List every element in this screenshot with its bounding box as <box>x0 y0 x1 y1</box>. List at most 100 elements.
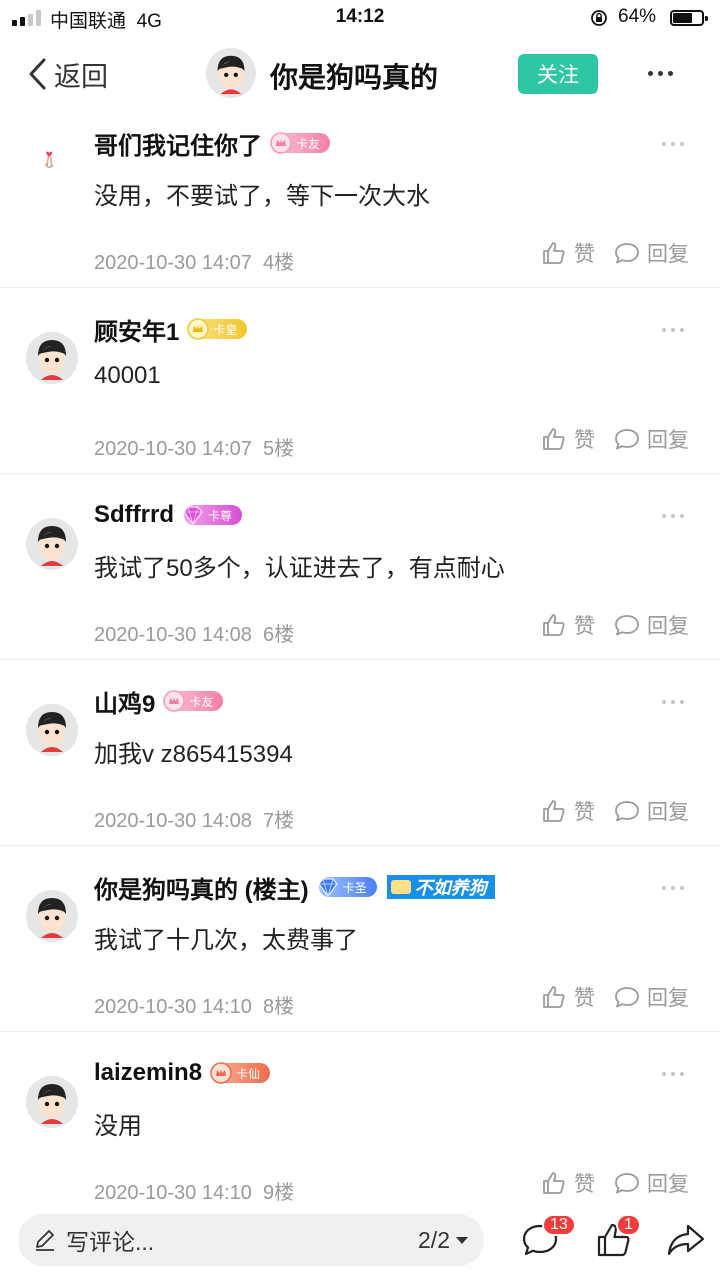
comment-text: 我试了十几次，太费事了 <box>94 927 358 954</box>
more-options-button[interactable] <box>640 58 680 88</box>
comment-item: 顾安年1 卡皇 40001 2020-10-30 14:07 5楼 赞 回复 <box>0 304 720 472</box>
share-arrow-icon <box>667 1224 705 1256</box>
like-button[interactable]: 赞 <box>540 238 595 268</box>
username[interactable]: laizemin8 <box>94 1059 202 1087</box>
reply-button[interactable]: 回复 <box>613 238 689 268</box>
comment-more-button[interactable] <box>662 514 684 518</box>
user-avatar[interactable] <box>26 518 78 570</box>
comment-text: 40001 <box>94 362 161 389</box>
divider <box>0 845 720 846</box>
comment-count-badge: 13 <box>542 1214 576 1236</box>
status-bar: 中国联通 4G 14:12 64% <box>0 0 720 36</box>
thumbs-up-icon <box>543 242 565 264</box>
thumbs-up-icon <box>543 1172 565 1194</box>
divider <box>0 473 720 474</box>
share-button[interactable] <box>666 1220 706 1260</box>
diamond-icon <box>183 506 203 525</box>
level-badge: 卡友 <box>270 132 331 154</box>
battery-icon <box>670 10 708 26</box>
comment-text: 加我v z865415394 <box>94 741 293 768</box>
like-button[interactable]: 赞 <box>540 796 595 826</box>
username[interactable]: 山鸡9 <box>94 684 155 719</box>
thumbs-up-icon <box>543 800 565 822</box>
username[interactable]: Sdffrrd <box>94 501 174 529</box>
comment-item: 山鸡9 卡友 加我v z865415394 2020-10-30 14:08 7… <box>0 676 720 844</box>
thumbs-up-icon <box>543 428 565 450</box>
battery-percent: 64% <box>618 6 657 27</box>
divider <box>0 287 720 288</box>
reply-button[interactable]: 回复 <box>613 424 689 454</box>
comment-input[interactable]: 写评论... 2/2 <box>18 1214 484 1266</box>
hand-heart-icon <box>44 151 54 168</box>
follow-button[interactable]: 关注 <box>518 54 598 94</box>
page-selector[interactable]: 2/2 <box>418 1227 468 1254</box>
divider <box>0 659 720 660</box>
rotation-lock-icon <box>591 10 607 26</box>
like-button[interactable]: 赞 <box>540 1168 595 1198</box>
comment-meta: 2020-10-30 14:08 7楼 <box>94 810 295 832</box>
caret-down-icon <box>456 1236 468 1244</box>
user-avatar[interactable] <box>26 890 78 942</box>
like-button[interactable]: 赞 <box>540 610 595 640</box>
comment-more-button[interactable] <box>662 886 684 890</box>
thumbs-up-icon <box>543 614 565 636</box>
like-count-badge: 1 <box>616 1214 641 1236</box>
comment-more-button[interactable] <box>662 700 684 704</box>
divider <box>0 1031 720 1032</box>
comment-meta: 2020-10-30 14:08 6楼 <box>94 624 295 646</box>
comment-meta: 2020-10-30 14:10 8楼 <box>94 996 295 1018</box>
crown-icon <box>270 132 292 154</box>
comment-more-button[interactable] <box>662 328 684 332</box>
comment-item: laizemin8 卡仙 没用 2020-10-30 14:10 9楼 赞 回复 <box>0 1048 720 1208</box>
crown-icon <box>187 318 210 340</box>
author-avatar[interactable] <box>206 48 256 98</box>
chat-bubble-icon <box>615 615 639 636</box>
user-avatar[interactable] <box>26 1076 78 1128</box>
carrier-label: 中国联通 4G <box>50 11 162 32</box>
chevron-left-icon <box>29 58 46 90</box>
crown-icon <box>163 690 186 712</box>
comment-meta: 2020-10-30 14:10 9楼 <box>94 1182 295 1204</box>
comment-item: 你是狗吗真的 (楼主) 卡圣 不如养狗 我试了十几次，太费事了 2020-10-… <box>0 862 720 1030</box>
level-badge: 卡友 <box>163 690 224 712</box>
like-button[interactable]: 赞 <box>540 424 595 454</box>
back-button[interactable]: 返回 <box>26 54 108 94</box>
thumbs-up-icon <box>543 986 565 1008</box>
comment-more-button[interactable] <box>662 142 684 146</box>
reply-button[interactable]: 回复 <box>613 1168 689 1198</box>
comment-meta: 2020-10-30 14:07 4楼 <box>94 252 295 274</box>
level-badge: 卡皇 <box>187 318 248 340</box>
level-badge: 卡尊 <box>183 505 243 525</box>
reply-button[interactable]: 回复 <box>613 610 689 640</box>
comment-item: Sdffrrd 卡尊 我试了50多个，认证进去了，有点耐心 2020-10-30… <box>0 490 720 658</box>
reply-button[interactable]: 回复 <box>613 796 689 826</box>
back-label: 返回 <box>54 61 108 92</box>
comment-more-button[interactable] <box>662 1072 684 1076</box>
chat-bubble-icon <box>615 801 639 822</box>
reply-button[interactable]: 回复 <box>613 982 689 1012</box>
pencil-icon <box>36 1230 54 1251</box>
username[interactable]: 你是狗吗真的 (楼主) <box>94 870 309 905</box>
comment-text: 我试了50多个，认证进去了，有点耐心 <box>94 555 505 582</box>
comment-text: 没用 <box>94 1113 142 1140</box>
like-button[interactable]: 赞 <box>540 982 595 1012</box>
signal-strength-icon <box>12 10 42 26</box>
level-badge: 卡仙 <box>210 1062 271 1084</box>
like-post-button[interactable]: 1 <box>594 1214 641 1260</box>
username[interactable]: 哥们我记住你了 <box>94 126 262 161</box>
page-title: 你是狗吗真的 <box>270 62 439 93</box>
chat-bubble-icon <box>615 429 639 450</box>
bone-icon <box>390 880 411 894</box>
user-avatar[interactable] <box>26 704 78 756</box>
chat-bubble-icon <box>615 243 639 264</box>
bottom-bar: 写评论... 2/2 13 1 <box>0 1206 720 1280</box>
comment-input-placeholder: 写评论... <box>66 1229 155 1255</box>
title-badge: 不如养狗 <box>386 875 495 899</box>
level-badge: 卡圣 <box>318 877 377 897</box>
username[interactable]: 顾安年1 <box>94 312 179 347</box>
nav-header: 返回 你是狗吗真的 关注 <box>0 40 720 108</box>
chat-bubble-icon <box>615 1173 639 1194</box>
crown-icon <box>210 1062 232 1084</box>
comments-button[interactable]: 13 <box>520 1214 576 1260</box>
user-avatar[interactable] <box>26 332 78 384</box>
